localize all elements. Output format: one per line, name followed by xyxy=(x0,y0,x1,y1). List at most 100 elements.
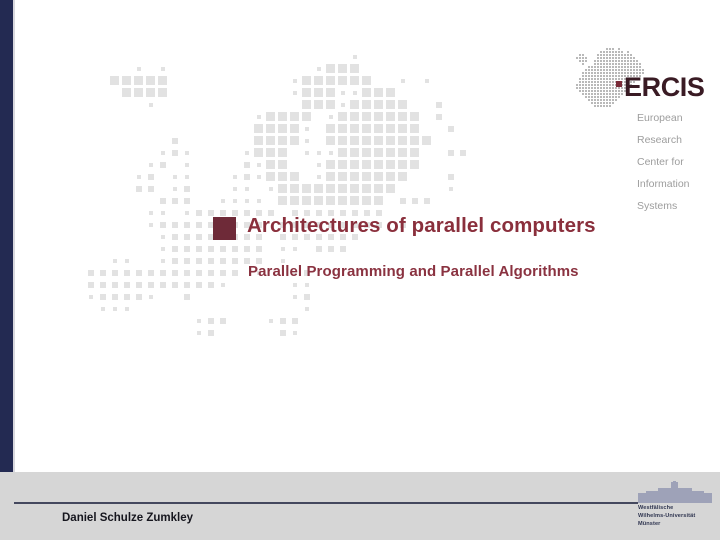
ercis-map-dot xyxy=(594,60,596,62)
ercis-map-dot xyxy=(639,63,641,65)
map-dot xyxy=(147,281,154,288)
ercis-map-dot xyxy=(585,69,587,71)
ercis-map-dot xyxy=(594,78,596,80)
map-dot xyxy=(374,184,383,193)
ercis-map-dot xyxy=(606,72,608,74)
ercis-map-dot xyxy=(600,72,602,74)
ercis-map-dot xyxy=(624,66,626,68)
ercis-map-dot xyxy=(600,75,602,77)
map-dot xyxy=(147,185,154,192)
ercis-map-dot xyxy=(618,96,620,98)
ercis-map-dot xyxy=(621,51,623,53)
ercis-map-dot xyxy=(636,63,638,65)
map-dot xyxy=(183,293,190,300)
map-dot xyxy=(398,136,407,145)
map-dot xyxy=(111,293,118,300)
map-dot xyxy=(350,100,359,109)
ercis-map-dot xyxy=(582,93,584,95)
map-dot xyxy=(231,257,238,264)
footer-divider xyxy=(14,502,638,504)
map-dot xyxy=(374,100,383,109)
ercis-map-dot xyxy=(609,96,611,98)
ercis-map-dot xyxy=(639,66,641,68)
building-part xyxy=(638,493,712,495)
map-dot xyxy=(302,196,311,205)
ercis-map-dot xyxy=(609,90,611,92)
map-dot xyxy=(266,148,275,157)
map-dot xyxy=(314,184,323,193)
wwu-logo-line-1: Westfälische xyxy=(638,505,674,511)
map-dot xyxy=(280,258,285,263)
map-dot xyxy=(159,269,166,276)
ercis-map-dot xyxy=(609,78,611,80)
map-dot xyxy=(278,172,287,181)
map-dot xyxy=(254,136,263,145)
map-dot xyxy=(304,138,309,143)
ercis-map-dot xyxy=(627,69,629,71)
map-dot xyxy=(410,136,419,145)
ercis-map-dot xyxy=(582,60,584,62)
ercis-map-dot xyxy=(600,81,602,83)
ercis-map-dot xyxy=(636,69,638,71)
map-dot xyxy=(160,258,165,263)
ercis-map-dot xyxy=(603,60,605,62)
ercis-map-dot xyxy=(582,54,584,56)
wwu-logo-line-2: Wilhelms-Universität xyxy=(638,513,696,519)
map-dot xyxy=(220,282,225,287)
ercis-map-dot xyxy=(582,63,584,65)
ercis-map-dot xyxy=(633,60,635,62)
map-dot xyxy=(160,66,165,71)
ercis-map-dot xyxy=(588,87,590,89)
ercis-map-dot xyxy=(579,57,581,59)
ercis-map-dot xyxy=(603,81,605,83)
map-dot xyxy=(374,112,383,121)
ercis-wordmark: ERCIS xyxy=(624,72,705,102)
ercis-map-dot xyxy=(621,63,623,65)
ercis-map-dot xyxy=(606,96,608,98)
ercis-map-dot xyxy=(582,90,584,92)
ercis-map-dot xyxy=(588,90,590,92)
map-dot xyxy=(386,172,395,181)
ercis-map-dot xyxy=(591,84,593,86)
map-dot xyxy=(159,197,166,204)
map-dot xyxy=(146,88,155,97)
ercis-map-dot xyxy=(609,102,611,104)
map-dot xyxy=(135,281,142,288)
ercis-map-dot xyxy=(606,102,608,104)
map-dot xyxy=(159,161,166,168)
map-dot xyxy=(266,112,275,121)
map-dot xyxy=(158,76,167,85)
map-dot xyxy=(326,184,335,193)
map-dot xyxy=(184,150,189,155)
ercis-map-dot xyxy=(576,87,578,89)
ercis-map-dot xyxy=(600,69,602,71)
map-dot xyxy=(326,88,335,97)
map-dot xyxy=(278,124,287,133)
ercis-map-dot xyxy=(600,105,602,107)
ercis-map-dot xyxy=(597,69,599,71)
map-dot xyxy=(302,184,311,193)
ercis-map-dot xyxy=(585,72,587,74)
map-dot xyxy=(386,124,395,133)
ercis-map-dot xyxy=(600,87,602,89)
map-dot xyxy=(195,233,202,240)
ercis-map-dot xyxy=(606,93,608,95)
ercis-map-dot xyxy=(585,75,587,77)
map-dot xyxy=(148,102,153,107)
map-dot xyxy=(362,76,371,85)
ercis-map-dot xyxy=(588,81,590,83)
map-dot xyxy=(123,269,130,276)
map-dot xyxy=(386,112,395,121)
map-dot xyxy=(291,317,298,324)
map-dot xyxy=(87,269,94,276)
map-dot xyxy=(110,76,119,85)
map-dot xyxy=(290,124,299,133)
ercis-map-dot xyxy=(618,75,620,77)
map-dot xyxy=(183,185,190,192)
ercis-map-dot xyxy=(615,63,617,65)
map-dot xyxy=(159,281,166,288)
presentation-slide: Architectures of parallel computers Para… xyxy=(0,0,720,540)
map-dot xyxy=(231,209,238,216)
map-dot xyxy=(315,245,322,252)
map-dot xyxy=(350,64,359,73)
